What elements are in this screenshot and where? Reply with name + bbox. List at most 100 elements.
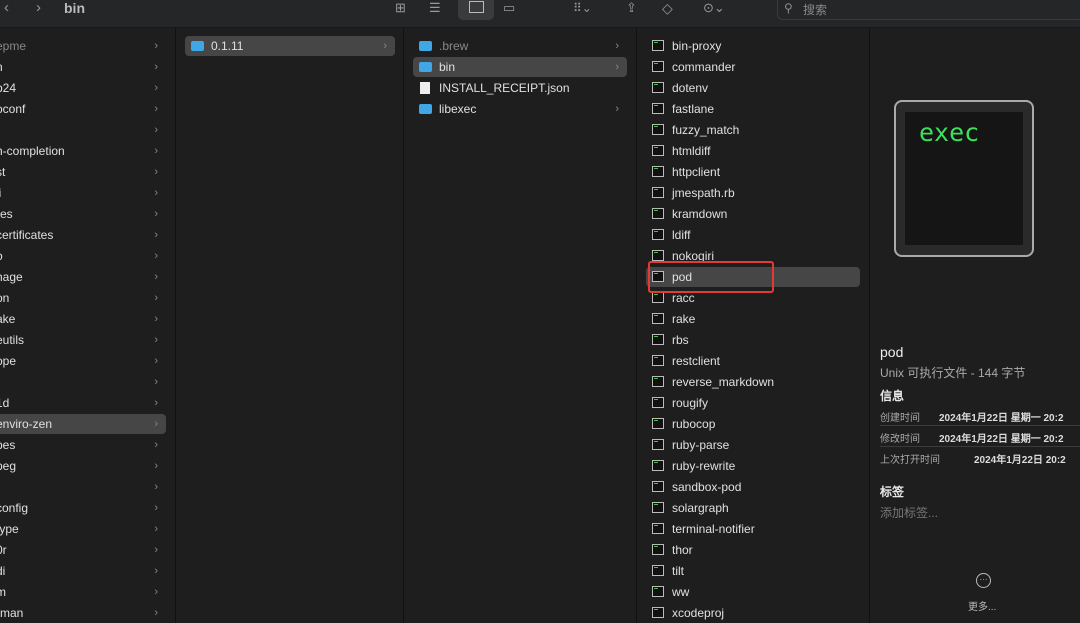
executable-icon bbox=[652, 607, 664, 618]
list-item[interactable]: rbs bbox=[646, 330, 860, 350]
list-item[interactable]: rman › bbox=[0, 603, 166, 623]
item-label: li bbox=[0, 186, 1, 200]
list-item[interactable]: ww bbox=[646, 582, 860, 602]
list-item[interactable]: bin › bbox=[413, 57, 627, 77]
list-item[interactable]: jmespath.rb bbox=[646, 183, 860, 203]
list-item[interactable]: terminal-notifier bbox=[646, 519, 860, 539]
list-item[interactable]: li › bbox=[0, 183, 166, 203]
list-item[interactable]: 0.1.11 › bbox=[185, 36, 395, 56]
icon-view-icon[interactable]: ⊞ bbox=[395, 0, 406, 20]
list-item[interactable]: htmldiff bbox=[646, 141, 860, 161]
item-label: httpclient bbox=[672, 165, 721, 179]
list-item[interactable]: ruby-parse bbox=[646, 435, 860, 455]
list-item[interactable]: httpclient bbox=[646, 162, 860, 182]
executable-icon bbox=[652, 418, 664, 429]
list-item[interactable]: commander bbox=[646, 57, 860, 77]
list-item[interactable]: eutils › bbox=[0, 330, 166, 350]
group-icon[interactable]: ⠿⌄ bbox=[573, 0, 592, 20]
list-item[interactable]: INSTALL_RECEIPT.json bbox=[413, 78, 627, 98]
list-item[interactable]: ake › bbox=[0, 309, 166, 329]
list-item[interactable]: tilt bbox=[646, 561, 860, 581]
chevron-right-icon: › bbox=[154, 40, 158, 52]
more-button[interactable]: 更多... bbox=[968, 598, 996, 613]
list-item[interactable]: reverse_markdown bbox=[646, 372, 860, 392]
list-item[interactable]: sandbox-pod bbox=[646, 477, 860, 497]
list-item[interactable]: restclient bbox=[646, 351, 860, 371]
list-item[interactable]: ruby-rewrite bbox=[646, 456, 860, 476]
executable-icon bbox=[652, 103, 664, 114]
list-item[interactable]: hage › bbox=[0, 267, 166, 287]
executable-icon bbox=[652, 250, 664, 261]
executable-icon bbox=[652, 61, 664, 72]
list-item[interactable]: bin-proxy bbox=[646, 36, 860, 56]
column-view-button[interactable] bbox=[458, 0, 494, 20]
add-tags-field[interactable]: 添加标签... bbox=[880, 504, 938, 521]
list-item[interactable]: rake bbox=[646, 309, 860, 329]
column-1: epme›n›b24›oconf›l›h-completion›st›li›re… bbox=[0, 28, 176, 623]
item-label: bin-proxy bbox=[672, 39, 722, 53]
chevron-right-icon: › bbox=[154, 313, 158, 325]
list-item[interactable]: libexec › bbox=[413, 99, 627, 119]
forward-button[interactable]: › bbox=[36, 0, 41, 20]
list-item[interactable]: enviro-zen › bbox=[0, 414, 166, 434]
search-field[interactable]: ⚲ 搜索 bbox=[777, 0, 1080, 20]
list-item[interactable]: kramdown bbox=[646, 204, 860, 224]
list-item[interactable]: fuzzy_match bbox=[646, 120, 860, 140]
executable-icon bbox=[652, 292, 664, 303]
chevron-right-icon: › bbox=[154, 376, 158, 388]
list-item[interactable]: › bbox=[0, 477, 166, 497]
item-label: 0.1.11 bbox=[211, 39, 244, 53]
list-item[interactable]: fastlane bbox=[646, 99, 860, 119]
list-item[interactable]: res › bbox=[0, 204, 166, 224]
item-label: commander bbox=[672, 60, 736, 74]
list-item[interactable]: xcodeproj bbox=[646, 603, 860, 623]
chevron-right-icon: › bbox=[154, 565, 158, 577]
list-item[interactable]: rubocop bbox=[646, 414, 860, 434]
list-item[interactable]: peg › bbox=[0, 456, 166, 476]
more-actions-icon[interactable]: ⊙⌄ bbox=[703, 0, 725, 20]
list-view-icon[interactable]: ☰ bbox=[429, 0, 441, 20]
item-label: pes bbox=[0, 438, 16, 452]
list-item[interactable]: h-completion › bbox=[0, 141, 166, 161]
chevron-right-icon: › bbox=[615, 40, 619, 52]
list-item[interactable]: 1d › bbox=[0, 393, 166, 413]
executable-icon bbox=[652, 481, 664, 492]
list-item[interactable]: certificates › bbox=[0, 225, 166, 245]
list-item[interactable]: rougify bbox=[646, 393, 860, 413]
list-item[interactable]: m › bbox=[0, 582, 166, 602]
list-item[interactable]: pes › bbox=[0, 435, 166, 455]
executable-icon bbox=[652, 376, 664, 387]
chevron-right-icon: › bbox=[154, 166, 158, 178]
chevron-right-icon: › bbox=[154, 82, 158, 94]
list-item[interactable]: n› bbox=[0, 57, 166, 77]
list-item[interactable]: o› bbox=[0, 246, 166, 266]
item-label: dotenv bbox=[672, 81, 709, 95]
list-item[interactable]: di › bbox=[0, 561, 166, 581]
list-item[interactable]: l› bbox=[0, 120, 166, 140]
list-item[interactable]: thor bbox=[646, 540, 860, 560]
list-item[interactable]: oconf › bbox=[0, 99, 166, 119]
list-item[interactable]: st › bbox=[0, 162, 166, 182]
list-item[interactable]: ope › bbox=[0, 351, 166, 371]
share-icon[interactable]: ⇪ bbox=[626, 0, 637, 20]
list-item[interactable]: type › bbox=[0, 519, 166, 539]
list-item[interactable]: .brew › bbox=[413, 36, 627, 56]
executable-icon bbox=[652, 397, 664, 408]
search-input[interactable]: 搜索 bbox=[803, 1, 827, 18]
list-item[interactable]: b24 › bbox=[0, 78, 166, 98]
list-item[interactable]: 0r › bbox=[0, 540, 166, 560]
list-item[interactable]: solargraph bbox=[646, 498, 860, 518]
item-label: rubocop bbox=[672, 417, 716, 431]
list-item[interactable]: › bbox=[0, 372, 166, 392]
gallery-view-icon[interactable]: ▭ bbox=[503, 0, 515, 20]
list-item[interactable]: on › bbox=[0, 288, 166, 308]
list-item[interactable]: dotenv bbox=[646, 78, 860, 98]
back-button[interactable]: ‹ bbox=[4, 0, 9, 20]
list-item[interactable]: epme › bbox=[0, 36, 166, 56]
list-item[interactable]: ldiff bbox=[646, 225, 860, 245]
more-icon[interactable]: ··· bbox=[976, 573, 991, 588]
item-label: htmldiff bbox=[672, 144, 711, 158]
list-item[interactable]: config › bbox=[0, 498, 166, 518]
item-label: libexec bbox=[439, 102, 477, 116]
tag-icon[interactable]: ◇ bbox=[662, 0, 673, 20]
